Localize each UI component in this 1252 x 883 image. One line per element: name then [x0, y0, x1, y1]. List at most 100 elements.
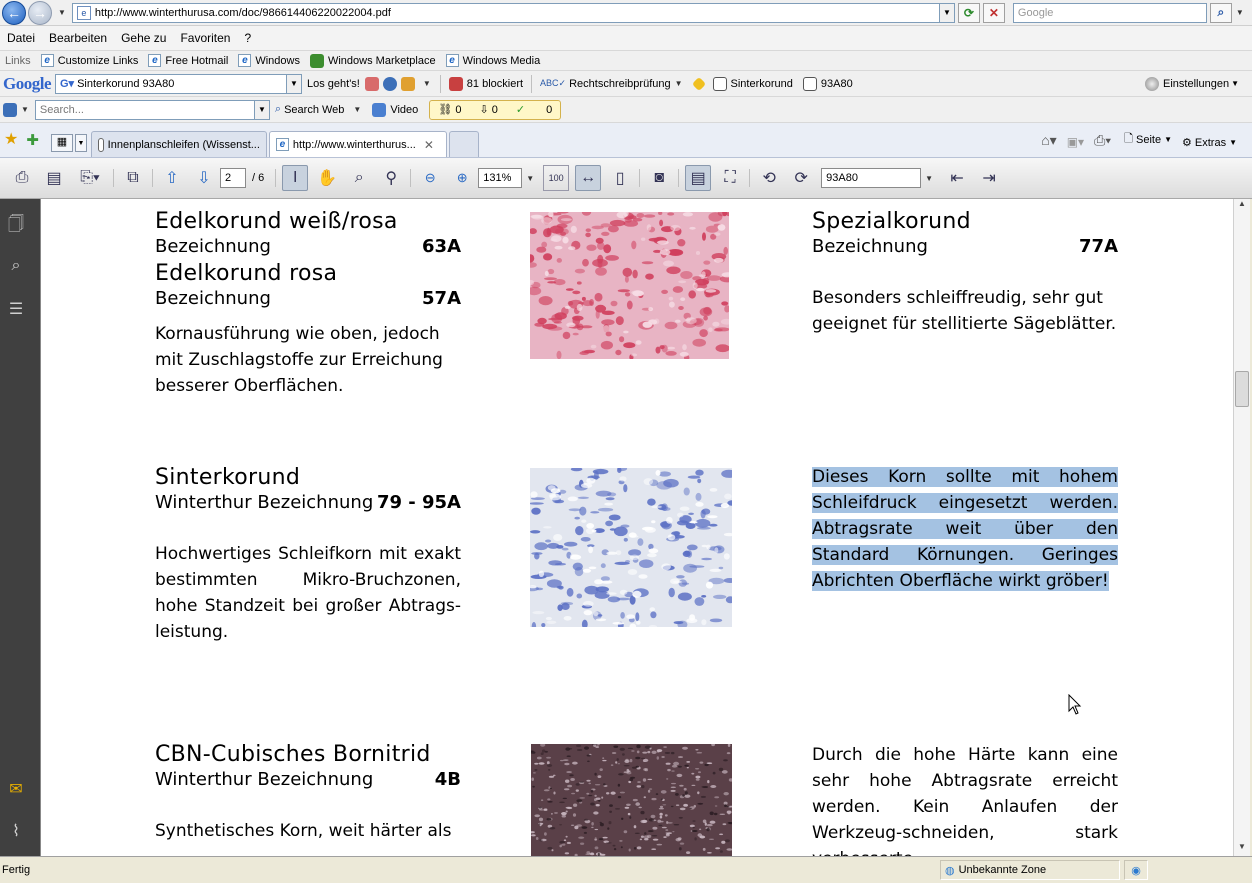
- page-menu-button[interactable]: 🗋 Seite ▼: [1119, 130, 1177, 149]
- search-web-button[interactable]: ⌕ Search Web: [270, 103, 350, 116]
- tab-list-dropdown-icon[interactable]: ▼: [74, 134, 87, 152]
- scroll-down-icon[interactable]: ▼: [1234, 842, 1250, 856]
- sinterkorund-description-selected[interactable]: Dieses Korn sollte mit hohem Schleifdruc…: [812, 464, 1118, 594]
- protected-mode-icon[interactable]: ◉: [1124, 860, 1148, 880]
- google-query-field[interactable]: G▾ Sinterkorund 93A80: [55, 73, 287, 94]
- pdf-document-view[interactable]: Edelkorund weiß/rosa Bezeichnung 63A Ede…: [40, 199, 1233, 856]
- menu-gehe-zu[interactable]: Gehe zu: [114, 31, 173, 45]
- find-previous-icon[interactable]: ⇤: [944, 165, 970, 191]
- stop-icon[interactable]: ✕: [982, 2, 1005, 23]
- pdf-share-icon[interactable]: ⎘▾: [73, 165, 107, 191]
- menu-help[interactable]: ?: [237, 31, 258, 45]
- continuous-view-icon[interactable]: ▤: [685, 165, 712, 191]
- new-tab-button[interactable]: [448, 131, 479, 157]
- menu-favoriten[interactable]: Favoriten: [173, 31, 237, 45]
- menu-datei[interactable]: Datei: [0, 31, 42, 45]
- popup-blocker-button[interactable]: 81 blockiert: [444, 76, 528, 91]
- forward-button[interactable]: →: [28, 0, 52, 25]
- tab-winterthurusa[interactable]: e http://www.winterthurus... ✕: [268, 131, 447, 157]
- google-go-button[interactable]: Los geht's!: [302, 78, 365, 90]
- tab-close-icon[interactable]: ✕: [424, 138, 434, 152]
- google-query-dropdown-icon[interactable]: ▼: [287, 73, 302, 94]
- search-web-dropdown-icon[interactable]: ▼: [353, 105, 361, 114]
- counter-links[interactable]: ⛓ 0: [438, 103, 461, 116]
- link-windows[interactable]: e Windows: [233, 54, 305, 67]
- counter-downloads[interactable]: ⇩ 0: [479, 103, 497, 116]
- zoom-dropdown-icon[interactable]: ▼: [526, 174, 534, 183]
- quick-tabs-icon[interactable]: ▦: [50, 134, 73, 152]
- rotate-right-icon[interactable]: ⟳: [788, 165, 814, 191]
- add-favorite-icon[interactable]: ✚: [26, 131, 39, 149]
- feeds-icon[interactable]: ▣▾: [1067, 135, 1084, 149]
- search-go-icon[interactable]: ⌕: [1209, 2, 1232, 23]
- menu-bearbeiten[interactable]: Bearbeiten: [42, 31, 114, 45]
- grain-spot: [607, 827, 610, 830]
- select-tool-icon[interactable]: I: [282, 165, 309, 191]
- find-next-icon[interactable]: ⇥: [976, 165, 1002, 191]
- link-free-hotmail[interactable]: e Free Hotmail: [143, 54, 233, 67]
- scroll-up-icon[interactable]: ▲: [1234, 199, 1250, 213]
- search-term-sinterkorund[interactable]: Sinterkorund: [708, 76, 798, 91]
- tab-innenplanschleifen[interactable]: Innenplanschleifen (Wissenst...: [90, 131, 267, 157]
- search-term-93a80[interactable]: 93A80: [798, 76, 858, 91]
- refresh-icon[interactable]: ⟳: [957, 2, 980, 23]
- link-customize-links[interactable]: e Customize Links: [36, 54, 144, 67]
- fit-page-icon[interactable]: ▯: [607, 165, 633, 191]
- rotate-left-icon[interactable]: ⟲: [756, 165, 782, 191]
- scroll-thumb[interactable]: [1235, 371, 1249, 407]
- find-dropdown-icon[interactable]: ▼: [925, 174, 933, 183]
- zoom-field[interactable]: 131%: [478, 168, 523, 188]
- grain-spot: [581, 296, 586, 301]
- attachments-panel-icon[interactable]: ⌇: [6, 821, 26, 841]
- find-field[interactable]: 93A80: [821, 168, 922, 188]
- search-panel-icon[interactable]: ⌕: [6, 257, 26, 277]
- hand-tool-icon[interactable]: ✋: [314, 165, 340, 191]
- toolbar-logo-dropdown-icon[interactable]: ▼: [21, 105, 29, 114]
- marquee-zoom-icon[interactable]: ⌕: [346, 165, 372, 191]
- previous-page-icon[interactable]: ⇧: [159, 165, 185, 191]
- pdf-save-icon[interactable]: ▤: [41, 165, 67, 191]
- video-button[interactable]: Video: [367, 102, 423, 117]
- search-options-icon[interactable]: ▼: [1236, 8, 1244, 17]
- search-box[interactable]: Google: [1012, 2, 1207, 23]
- next-page-icon[interactable]: ⇩: [191, 165, 217, 191]
- link-windows-marketplace[interactable]: Windows Marketplace: [305, 53, 441, 68]
- address-dropdown-icon[interactable]: ▼: [939, 2, 955, 23]
- zoom-in-icon[interactable]: ⊕: [449, 165, 475, 191]
- fullscreen-icon[interactable]: ⛶: [717, 165, 743, 191]
- more-dropdown-icon[interactable]: ▼: [423, 79, 431, 88]
- history-dropdown-icon[interactable]: ▼: [58, 8, 66, 17]
- selected-text[interactable]: Dieses Korn sollte mit hohem Schleifdruc…: [812, 467, 1118, 591]
- snapshot-icon[interactable]: ◙: [646, 165, 672, 191]
- comments-panel-icon[interactable]: ✉: [6, 779, 26, 799]
- print-icon[interactable]: ⎙▾: [1094, 132, 1111, 149]
- pages-panel-icon[interactable]: 🗍: [6, 213, 26, 233]
- bookmarks-panel-icon[interactable]: ☰: [6, 299, 26, 319]
- highlight-pen-icon[interactable]: [691, 76, 706, 91]
- pdf-print-icon[interactable]: ⎙: [9, 165, 35, 191]
- bookmarks-icon[interactable]: [400, 76, 415, 91]
- home-icon[interactable]: ⌂▾: [1041, 132, 1056, 149]
- spellcheck-dropdown-icon[interactable]: ▼: [675, 79, 683, 88]
- pdf-collaborate-icon[interactable]: ⧉: [120, 165, 146, 191]
- toolbar-search-dropdown-icon[interactable]: ▼: [254, 99, 270, 120]
- toolbar-search-input[interactable]: Search...: [34, 99, 255, 120]
- toolbar-logo-icon[interactable]: [3, 102, 17, 117]
- globe-icon[interactable]: [382, 76, 397, 91]
- back-button[interactable]: ←: [2, 0, 26, 25]
- counter-checks[interactable]: ✓ 0: [516, 103, 552, 116]
- actual-size-icon[interactable]: 100: [543, 165, 570, 191]
- link-windows-media[interactable]: e Windows Media: [441, 54, 546, 67]
- zoom-out-icon[interactable]: ⊖: [417, 165, 443, 191]
- address-field[interactable]: e http://www.winterthurusa.com/doc/98661…: [71, 2, 940, 23]
- fit-width-icon[interactable]: ↔: [575, 165, 602, 191]
- vertical-scrollbar[interactable]: ▲ ▼: [1233, 199, 1250, 856]
- page-number-input[interactable]: 2: [220, 168, 246, 188]
- favorites-star-icon[interactable]: ★: [4, 129, 18, 149]
- dynamic-zoom-icon[interactable]: ⚲: [378, 165, 404, 191]
- security-zone[interactable]: ◍ Unbekannte Zone: [940, 860, 1120, 880]
- spellcheck-button[interactable]: ABC✓ Rechtschreibprüfung ▼: [535, 78, 693, 90]
- extras-menu-button[interactable]: ⚙ Extras ▼: [1177, 136, 1242, 150]
- settings-button[interactable]: Einstellungen ▼: [1140, 76, 1244, 91]
- news-icon[interactable]: [364, 76, 379, 91]
